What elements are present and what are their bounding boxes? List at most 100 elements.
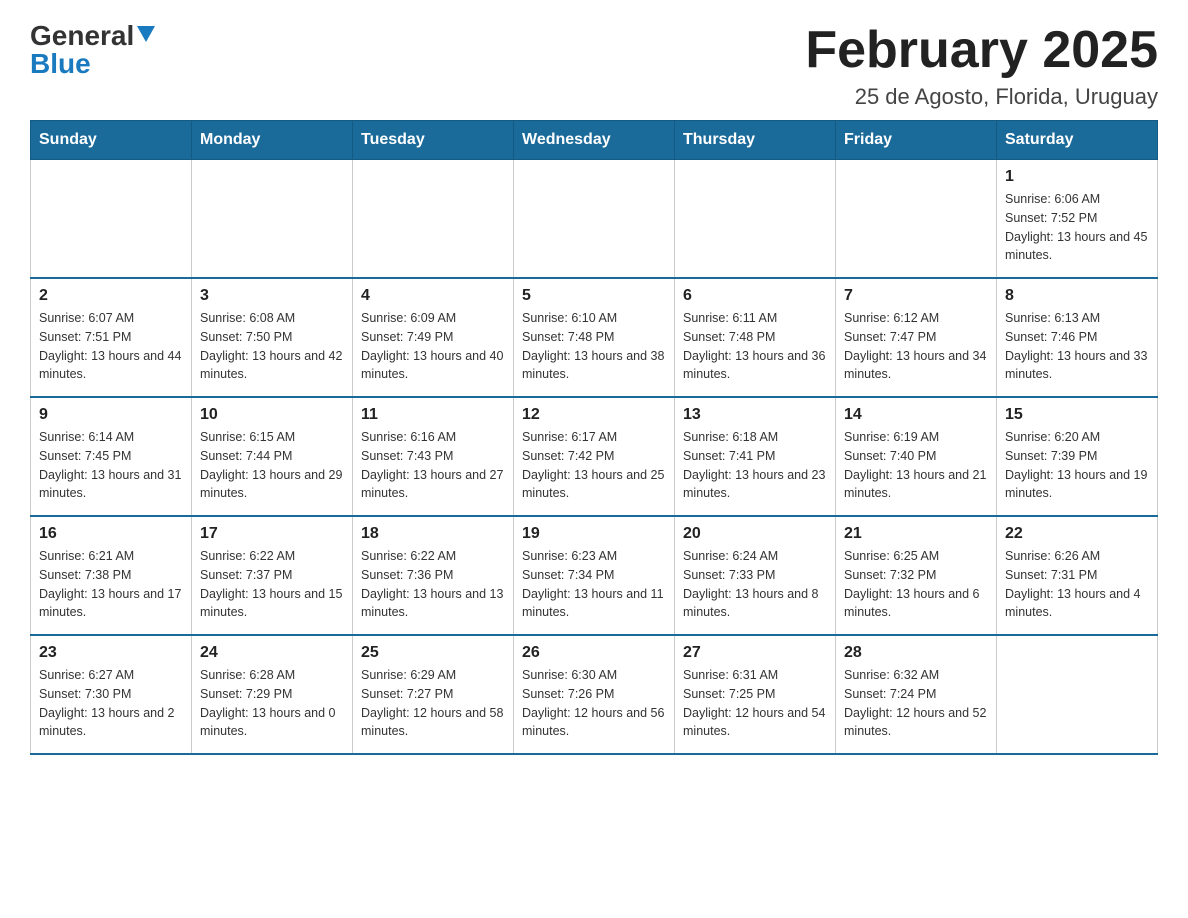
day-number: 10 — [200, 406, 344, 424]
col-monday: Monday — [192, 121, 353, 160]
day-info: Sunrise: 6:18 AMSunset: 7:41 PMDaylight:… — [683, 428, 827, 503]
day-number: 20 — [683, 525, 827, 543]
calendar-day-cell — [353, 160, 514, 279]
calendar-day-cell: 20 Sunrise: 6:24 AMSunset: 7:33 PMDayligh… — [675, 516, 836, 635]
calendar-day-cell — [31, 160, 192, 279]
calendar-day-cell: 5 Sunrise: 6:10 AMSunset: 7:48 PMDaylight… — [514, 278, 675, 397]
calendar-day-cell: 1Sunrise: 6:06 AMSunset: 7:52 PMDaylight… — [997, 160, 1158, 279]
calendar-day-cell: 27 Sunrise: 6:31 AMSunset: 7:25 PMDayligh… — [675, 635, 836, 754]
calendar-day-cell: 25Sunrise: 6:29 AMSunset: 7:27 PMDayligh… — [353, 635, 514, 754]
day-info: Sunrise: 6:11 AMSunset: 7:48 PMDaylight:… — [683, 309, 827, 384]
calendar-day-cell: 22 Sunrise: 6:26 AMSunset: 7:31 PMDayligh… — [997, 516, 1158, 635]
calendar-day-cell: 26 Sunrise: 6:30 AMSunset: 7:26 PMDayligh… — [514, 635, 675, 754]
calendar-day-cell: 8 Sunrise: 6:13 AMSunset: 7:46 PMDaylight… — [997, 278, 1158, 397]
day-info: Sunrise: 6:23 AMSunset: 7:34 PMDaylight:… — [522, 547, 666, 622]
calendar-body: 1Sunrise: 6:06 AMSunset: 7:52 PMDaylight… — [31, 160, 1158, 755]
day-info: Sunrise: 6:13 AMSunset: 7:46 PMDaylight:… — [1005, 309, 1149, 384]
calendar-day-cell — [514, 160, 675, 279]
day-number: 9 — [39, 406, 183, 424]
day-number: 21 — [844, 525, 988, 543]
day-info: Sunrise: 6:15 AMSunset: 7:44 PMDaylight:… — [200, 428, 344, 503]
day-info: Sunrise: 6:16 AMSunset: 7:43 PMDaylight:… — [361, 428, 505, 503]
day-number: 28 — [844, 644, 988, 662]
day-info: Sunrise: 6:14 AMSunset: 7:45 PMDaylight:… — [39, 428, 183, 503]
day-info: Sunrise: 6:22 AMSunset: 7:37 PMDaylight:… — [200, 547, 344, 622]
calendar-week-row: 23 Sunrise: 6:27 AMSunset: 7:30 PMDayligh… — [31, 635, 1158, 754]
calendar-day-cell: 10 Sunrise: 6:15 AMSunset: 7:44 PMDayligh… — [192, 397, 353, 516]
day-info: Sunrise: 6:27 AMSunset: 7:30 PMDaylight:… — [39, 666, 183, 741]
day-info: Sunrise: 6:07 AMSunset: 7:51 PMDaylight:… — [39, 309, 183, 384]
col-friday: Friday — [836, 121, 997, 160]
day-number: 16 — [39, 525, 183, 543]
calendar-day-cell: 23 Sunrise: 6:27 AMSunset: 7:30 PMDayligh… — [31, 635, 192, 754]
day-info: Sunrise: 6:25 AMSunset: 7:32 PMDaylight:… — [844, 547, 988, 622]
day-info: Sunrise: 6:31 AMSunset: 7:25 PMDaylight:… — [683, 666, 827, 741]
day-number: 27 — [683, 644, 827, 662]
calendar-day-cell: 6Sunrise: 6:11 AMSunset: 7:48 PMDaylight… — [675, 278, 836, 397]
day-number: 2 — [39, 287, 183, 305]
logo: General Blue — [30, 20, 155, 80]
calendar-day-cell: 9 Sunrise: 6:14 AMSunset: 7:45 PMDaylight… — [31, 397, 192, 516]
calendar-day-cell: 17 Sunrise: 6:22 AMSunset: 7:37 PMDayligh… — [192, 516, 353, 635]
calendar-table: Sunday Monday Tuesday Wednesday Thursday… — [30, 120, 1158, 755]
calendar-week-row: 2 Sunrise: 6:07 AMSunset: 7:51 PMDaylight… — [31, 278, 1158, 397]
day-info: Sunrise: 6:21 AMSunset: 7:38 PMDaylight:… — [39, 547, 183, 622]
day-info: Sunrise: 6:12 AMSunset: 7:47 PMDaylight:… — [844, 309, 988, 384]
day-info: Sunrise: 6:17 AMSunset: 7:42 PMDaylight:… — [522, 428, 666, 503]
day-number: 7 — [844, 287, 988, 305]
day-number: 15 — [1005, 406, 1149, 424]
days-of-week-row: Sunday Monday Tuesday Wednesday Thursday… — [31, 121, 1158, 160]
day-info: Sunrise: 6:08 AMSunset: 7:50 PMDaylight:… — [200, 309, 344, 384]
calendar-day-cell: 16 Sunrise: 6:21 AMSunset: 7:38 PMDayligh… — [31, 516, 192, 635]
day-info: Sunrise: 6:30 AMSunset: 7:26 PMDaylight:… — [522, 666, 666, 741]
day-number: 14 — [844, 406, 988, 424]
day-number: 13 — [683, 406, 827, 424]
col-saturday: Saturday — [997, 121, 1158, 160]
day-info: Sunrise: 6:09 AMSunset: 7:49 PMDaylight:… — [361, 309, 505, 384]
location-subtitle: 25 de Agosto, Florida, Uruguay — [805, 84, 1158, 110]
calendar-day-cell — [675, 160, 836, 279]
calendar-header: Sunday Monday Tuesday Wednesday Thursday… — [31, 121, 1158, 160]
day-info: Sunrise: 6:10 AMSunset: 7:48 PMDaylight:… — [522, 309, 666, 384]
logo-text-blue: Blue — [30, 48, 91, 80]
day-info: Sunrise: 6:22 AMSunset: 7:36 PMDaylight:… — [361, 547, 505, 622]
logo-arrow-icon — [137, 26, 155, 49]
col-tuesday: Tuesday — [353, 121, 514, 160]
day-info: Sunrise: 6:26 AMSunset: 7:31 PMDaylight:… — [1005, 547, 1149, 622]
day-number: 11 — [361, 406, 505, 424]
calendar-day-cell — [836, 160, 997, 279]
day-number: 12 — [522, 406, 666, 424]
day-number: 4 — [361, 287, 505, 305]
day-number: 8 — [1005, 287, 1149, 305]
calendar-day-cell: 11 Sunrise: 6:16 AMSunset: 7:43 PMDayligh… — [353, 397, 514, 516]
month-title: February 2025 — [805, 20, 1158, 80]
col-wednesday: Wednesday — [514, 121, 675, 160]
day-info: Sunrise: 6:32 AMSunset: 7:24 PMDaylight:… — [844, 666, 988, 741]
day-info: Sunrise: 6:24 AMSunset: 7:33 PMDaylight:… — [683, 547, 827, 622]
day-info: Sunrise: 6:28 AMSunset: 7:29 PMDaylight:… — [200, 666, 344, 741]
calendar-day-cell: 12 Sunrise: 6:17 AMSunset: 7:42 PMDayligh… — [514, 397, 675, 516]
day-number: 23 — [39, 644, 183, 662]
day-info: Sunrise: 6:20 AMSunset: 7:39 PMDaylight:… — [1005, 428, 1149, 503]
col-sunday: Sunday — [31, 121, 192, 160]
day-number: 25 — [361, 644, 505, 662]
day-number: 3 — [200, 287, 344, 305]
calendar-day-cell: 24 Sunrise: 6:28 AMSunset: 7:29 PMDayligh… — [192, 635, 353, 754]
calendar-day-cell: 18 Sunrise: 6:22 AMSunset: 7:36 PMDayligh… — [353, 516, 514, 635]
calendar-day-cell: 2 Sunrise: 6:07 AMSunset: 7:51 PMDaylight… — [31, 278, 192, 397]
calendar-day-cell: 28 Sunrise: 6:32 AMSunset: 7:24 PMDayligh… — [836, 635, 997, 754]
calendar-day-cell: 13 Sunrise: 6:18 AMSunset: 7:41 PMDayligh… — [675, 397, 836, 516]
calendar-day-cell: 14Sunrise: 6:19 AMSunset: 7:40 PMDayligh… — [836, 397, 997, 516]
day-number: 26 — [522, 644, 666, 662]
day-number: 24 — [200, 644, 344, 662]
calendar-day-cell: 19 Sunrise: 6:23 AMSunset: 7:34 PMDayligh… — [514, 516, 675, 635]
day-number: 18 — [361, 525, 505, 543]
day-number: 5 — [522, 287, 666, 305]
day-number: 1 — [1005, 168, 1149, 186]
col-thursday: Thursday — [675, 121, 836, 160]
day-number: 22 — [1005, 525, 1149, 543]
calendar-day-cell: 3 Sunrise: 6:08 AMSunset: 7:50 PMDaylight… — [192, 278, 353, 397]
calendar-day-cell: 4 Sunrise: 6:09 AMSunset: 7:49 PMDaylight… — [353, 278, 514, 397]
day-number: 19 — [522, 525, 666, 543]
day-number: 17 — [200, 525, 344, 543]
